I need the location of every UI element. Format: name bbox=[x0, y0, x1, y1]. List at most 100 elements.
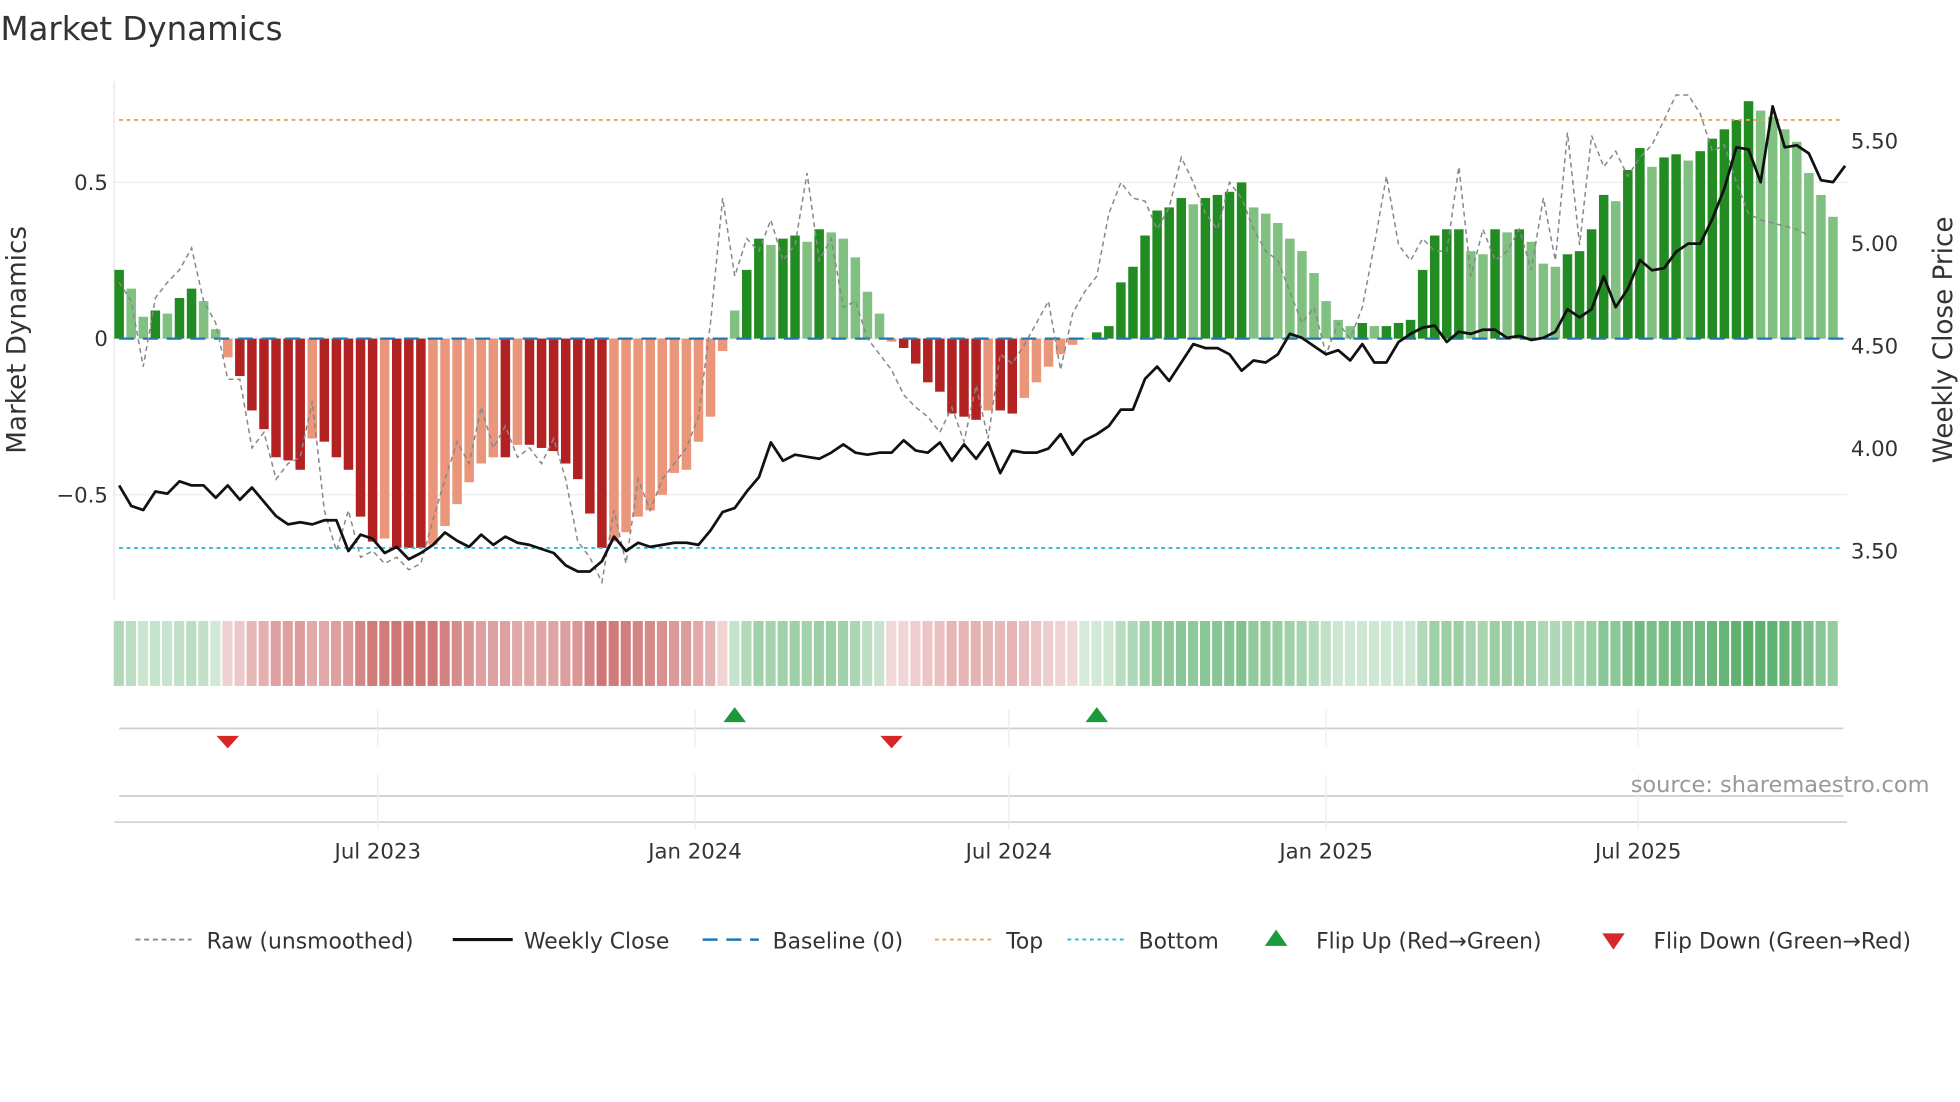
strip-cell bbox=[572, 620, 583, 686]
strip-cell bbox=[1441, 620, 1452, 686]
bar bbox=[1647, 166, 1657, 339]
strip-cell bbox=[1743, 620, 1754, 686]
bar bbox=[404, 338, 414, 548]
tick-labels: 0.5 0 −0.5 5.50 5.00 4.50 4.00 3.50 Jul 2023 Jan … bbox=[56, 130, 1898, 865]
strip-cell bbox=[439, 620, 450, 686]
strip-cell bbox=[1018, 620, 1030, 686]
strip-cell bbox=[1308, 620, 1319, 686]
strip-cell bbox=[1513, 620, 1524, 686]
strip-cell bbox=[1356, 620, 1368, 686]
bar bbox=[1043, 338, 1054, 367]
strip-cell bbox=[584, 620, 595, 686]
bar bbox=[1285, 238, 1295, 339]
strip-cell bbox=[1477, 620, 1488, 686]
bar bbox=[669, 338, 680, 473]
y2-tick-label: 4.00 bbox=[1851, 437, 1898, 462]
bar bbox=[1321, 301, 1331, 339]
strip-cell bbox=[318, 620, 330, 686]
strip-cell bbox=[222, 620, 233, 686]
bar bbox=[874, 313, 885, 339]
bar bbox=[1635, 148, 1645, 339]
strip-cell bbox=[1815, 620, 1826, 686]
strip-cell bbox=[1646, 620, 1657, 686]
strip-cell bbox=[1550, 620, 1561, 686]
bar bbox=[947, 338, 957, 414]
strip-cell bbox=[1791, 620, 1802, 686]
strip-cell bbox=[1175, 620, 1187, 686]
bar bbox=[657, 338, 668, 495]
bar bbox=[1659, 157, 1669, 339]
strip-cell bbox=[113, 620, 124, 686]
strip-cell bbox=[656, 620, 668, 686]
strip-cell bbox=[391, 620, 402, 686]
bar bbox=[1586, 229, 1597, 339]
bar bbox=[512, 338, 523, 445]
bar bbox=[1357, 322, 1368, 339]
strip-cell bbox=[499, 620, 511, 686]
strip-cell bbox=[174, 620, 185, 686]
bar bbox=[1128, 266, 1138, 339]
bar bbox=[560, 338, 571, 464]
bar bbox=[1442, 229, 1452, 339]
flip-up-marker bbox=[723, 707, 746, 723]
strip-cell bbox=[1127, 620, 1138, 686]
bar bbox=[452, 338, 462, 505]
bar bbox=[476, 338, 486, 464]
bar bbox=[440, 338, 450, 527]
bar bbox=[1731, 119, 1742, 339]
bar bbox=[1188, 204, 1199, 339]
bar bbox=[488, 338, 499, 458]
strip-cell bbox=[1429, 620, 1440, 686]
bar bbox=[1454, 229, 1464, 339]
bar bbox=[597, 338, 607, 548]
legend: Raw (unsmoothed) Weekly Close Baseline (… bbox=[135, 929, 1911, 954]
x-tick-label: Jan 2025 bbox=[1277, 839, 1373, 864]
flip-down-marker bbox=[216, 735, 240, 749]
bar bbox=[1309, 273, 1319, 339]
bar bbox=[1683, 160, 1693, 339]
y2-tick-label: 5.00 bbox=[1851, 232, 1898, 257]
strip-cell bbox=[765, 620, 776, 686]
bar bbox=[331, 338, 342, 458]
bar bbox=[1538, 263, 1549, 339]
strip-cell bbox=[1405, 620, 1416, 686]
strip-cell bbox=[1381, 620, 1392, 686]
strip-cell bbox=[837, 620, 849, 686]
strip-cell bbox=[1139, 620, 1150, 686]
strip-cell bbox=[1067, 620, 1078, 686]
strip-cell bbox=[1163, 620, 1174, 686]
bar bbox=[464, 338, 474, 483]
bar bbox=[1273, 223, 1283, 339]
bar bbox=[754, 238, 764, 339]
bar bbox=[971, 338, 981, 420]
bar bbox=[524, 338, 535, 445]
bar bbox=[717, 338, 728, 352]
bar bbox=[1779, 129, 1790, 339]
strip-cell bbox=[125, 620, 136, 686]
strip-cell bbox=[1453, 620, 1464, 686]
bar bbox=[319, 338, 330, 442]
strip-cell bbox=[850, 620, 861, 686]
x-tick-label: Jan 2024 bbox=[646, 839, 742, 864]
strip-cell bbox=[198, 620, 209, 686]
strip-cell bbox=[1501, 620, 1512, 686]
y-tick-label: −0.5 bbox=[56, 483, 108, 508]
bar bbox=[114, 269, 124, 339]
strip-cell bbox=[1031, 620, 1042, 686]
strip-cell bbox=[717, 620, 728, 686]
bar bbox=[1116, 282, 1126, 339]
bar bbox=[1007, 338, 1018, 414]
bar bbox=[1478, 254, 1488, 339]
flip-down-marker bbox=[880, 735, 903, 749]
bar bbox=[500, 338, 511, 458]
strip-cell bbox=[934, 620, 945, 686]
strip-cell bbox=[1212, 620, 1223, 686]
strip-cell bbox=[632, 620, 643, 686]
strip-cell bbox=[1622, 620, 1633, 686]
bar bbox=[391, 338, 402, 548]
strip-cell bbox=[1224, 620, 1235, 686]
strip-cell bbox=[1670, 620, 1681, 686]
strip-cell bbox=[1525, 620, 1537, 686]
strip-cell bbox=[1236, 620, 1247, 686]
bar bbox=[1562, 254, 1573, 339]
